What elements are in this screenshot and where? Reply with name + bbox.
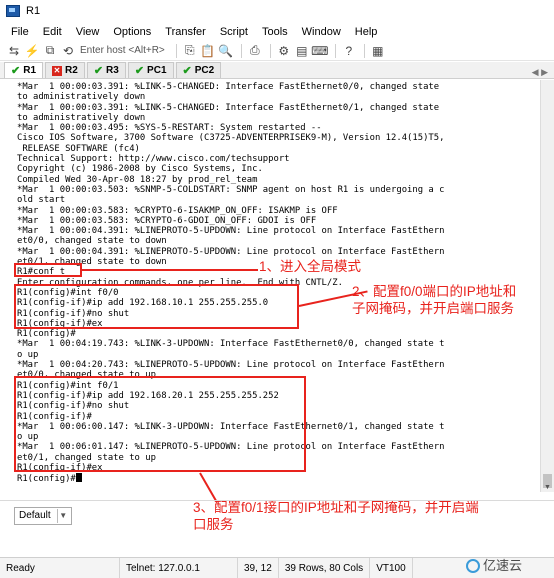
annotation-note-1: 1、进入全局模式 — [259, 259, 362, 274]
status-cursor: 39, 12 — [238, 557, 279, 578]
securecrt-app-icon — [6, 5, 20, 17]
toolbar-separator — [240, 43, 242, 58]
menu-help[interactable]: Help — [348, 26, 385, 38]
scroll-down-icon[interactable]: ▼ — [544, 484, 551, 491]
menu-script[interactable]: Script — [213, 26, 255, 38]
screen-icon[interactable]: ▦ — [370, 43, 386, 59]
help-icon[interactable]: ? — [341, 43, 357, 59]
connected-check-icon: ✔ — [134, 65, 145, 77]
tab-r2[interactable]: ✕ R2 — [45, 62, 85, 78]
terminal-line: o up — [17, 349, 39, 360]
terminal-line: Cisco IOS Software, 3700 Software (C3725… — [17, 133, 445, 144]
terminal-line: Compiled Wed 30-Apr-08 18:27 by prod_rel… — [17, 174, 258, 185]
menu-file[interactable]: File — [4, 26, 36, 38]
title-bar: R1 — [0, 0, 554, 22]
status-connection: Telnet: 127.0.0.1 — [120, 557, 238, 578]
print-icon[interactable]: ⎙ — [247, 43, 263, 59]
toolbar: ⇆ ⚡ ⧉ ⟲ Enter host <Alt+R> ⎘ 📋 🔍 ⎙ ⚙ ▤ ⌨… — [0, 41, 554, 61]
annotation-box-conf-t — [14, 263, 82, 277]
menu-options[interactable]: Options — [106, 26, 158, 38]
menu-bar: File Edit View Options Transfer Script T… — [0, 22, 554, 41]
settings-gear-icon[interactable]: ⚙ — [276, 43, 292, 59]
session-bar: Default ▼ — [0, 500, 554, 530]
status-state: Ready — [0, 557, 120, 578]
tab-r1[interactable]: ✔ R1 — [4, 62, 44, 78]
annotation-note-2: 2、配置f0/0端口的IP地址和 子网掩码，并开启端口服务 — [352, 284, 517, 316]
tab-pc1[interactable]: ✔ PC1 — [127, 62, 174, 78]
menu-view[interactable]: View — [69, 26, 107, 38]
tab-r3[interactable]: ✔ R3 — [86, 62, 126, 78]
toolbar-separator — [334, 43, 336, 58]
status-size: 39 Rows, 80 Cols — [279, 557, 371, 578]
annotation-box-f0-0 — [14, 284, 299, 329]
status-emulation: VT100 — [370, 557, 413, 578]
menu-tools[interactable]: Tools — [255, 26, 295, 38]
toolbar-separator — [363, 43, 365, 58]
terminal-cursor — [75, 473, 82, 483]
chevron-down-icon: ▼ — [56, 508, 69, 523]
tab-scroll-arrows-icon[interactable]: ◀ ▶ — [532, 67, 548, 78]
terminal-line: RELEASE SOFTWARE (fc4) — [17, 143, 140, 154]
terminal-line: to administratively down — [17, 112, 146, 123]
menu-transfer[interactable]: Transfer — [158, 26, 213, 38]
watermark-logo-icon — [466, 559, 480, 573]
terminal-line: Copyright (c) 1986-2008 by Cisco Systems… — [17, 164, 263, 175]
connected-check-icon: ✔ — [11, 65, 21, 77]
paste-icon[interactable]: 📋 — [200, 43, 216, 59]
session-dropdown[interactable]: Default ▼ — [14, 506, 72, 525]
terminal-line: *Mar 1 00:04:19.743: %LINK-3-UPDOWN: Int… — [17, 339, 445, 350]
quick-connect-icon[interactable]: ⚡ — [24, 43, 40, 59]
sftp-icon[interactable]: ▤ — [294, 43, 310, 59]
session-tab-bar: ✔ R1 ✕ R2 ✔ R3 ✔ PC1 ✔ PC2 ◀ ▶ — [0, 62, 554, 79]
terminal-scrollbar[interactable]: ▼ — [540, 80, 554, 492]
terminal-line: R1(config)# — [17, 473, 540, 484]
terminal-line: *Mar 1 00:00:03.391: %LINK-5-CHANGED: In… — [17, 102, 440, 113]
tab-label: R2 — [65, 65, 78, 76]
disconnected-x-icon: ✕ — [52, 65, 63, 76]
find-icon[interactable]: 🔍 — [218, 43, 234, 59]
terminal-line: Technical Support: http://www.cisco.com/… — [17, 154, 290, 165]
tab-label: PC1 — [147, 65, 167, 76]
tab-label: R3 — [106, 65, 119, 76]
terminal-line: *Mar 1 00:00:03.583: %CRYPTO-6-ISAKMP_ON… — [17, 205, 338, 216]
watermark-text: 亿速云 — [483, 558, 523, 573]
connect-in-tab-icon[interactable]: ⧉ — [42, 43, 58, 59]
keymap-icon[interactable]: ⌨ — [311, 43, 328, 59]
connected-check-icon: ✔ — [182, 65, 192, 77]
terminal-line: *Mar 1 00:00:03.391: %LINK-5-CHANGED: In… — [17, 82, 440, 92]
terminal-line: old start — [17, 195, 66, 206]
copy-icon[interactable]: ⎘ — [182, 43, 198, 59]
tab-label: R1 — [23, 65, 37, 76]
terminal-line: *Mar 1 00:00:03.583: %CRYPTO-6-GDOI_ON_O… — [17, 215, 317, 226]
window-title: R1 — [26, 5, 41, 17]
toolbar-separator — [175, 43, 177, 58]
connected-check-icon: ✔ — [93, 65, 104, 77]
enter-host-field[interactable]: Enter host <Alt+R> — [80, 45, 165, 56]
annotation-box-f0-1 — [14, 376, 306, 472]
tab-pc2[interactable]: ✔ PC2 — [175, 62, 222, 78]
terminal-line: R1(config)# — [17, 329, 76, 340]
terminal-line: *Mar 1 00:00:03.503: %SNMP-5-COLDSTART: … — [17, 184, 445, 195]
tab-label: PC2 — [194, 65, 215, 76]
terminal-line: *Mar 1 00:00:03.495: %SYS-5-RESTART: Sys… — [17, 123, 322, 134]
connect-icon[interactable]: ⇆ — [6, 43, 22, 59]
watermark-logo: 亿速云 — [466, 555, 522, 574]
terminal-line: *Mar 1 00:00:04.391: %LINEPROTO-5-UPDOWN… — [17, 246, 445, 257]
terminal-line: to administratively down — [17, 92, 146, 103]
terminal-line: et0/0, changed state to down — [17, 236, 167, 247]
menu-window[interactable]: Window — [295, 26, 348, 38]
session-selected: Default — [19, 510, 51, 521]
reconnect-icon[interactable]: ⟲ — [60, 43, 76, 59]
menu-edit[interactable]: Edit — [36, 26, 69, 38]
terminal-line: *Mar 1 00:04:20.743: %LINEPROTO-5-UPDOWN… — [17, 360, 445, 371]
annotation-arrow — [82, 269, 258, 271]
toolbar-separator — [269, 43, 271, 58]
terminal-line: *Mar 1 00:00:04.391: %LINEPROTO-5-UPDOWN… — [17, 226, 445, 237]
